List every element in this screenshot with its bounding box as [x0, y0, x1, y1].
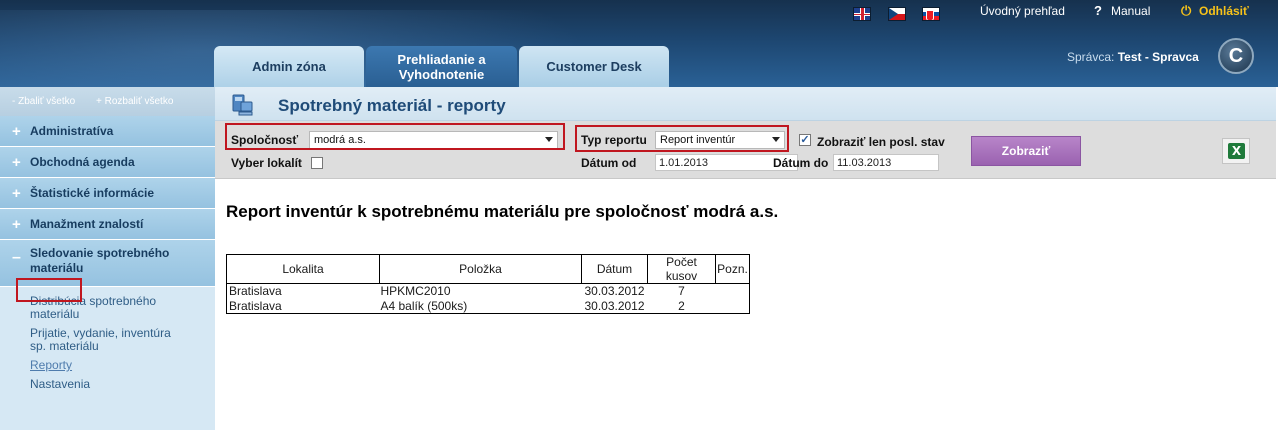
date-from-label: Dátum od [581, 156, 637, 170]
locality-checkbox[interactable] [311, 157, 323, 169]
logo-icon: C [1218, 38, 1254, 74]
table-cell: 7 [678, 284, 685, 299]
locality-label: Vyber lokalít [231, 156, 302, 170]
tab-label: Prehliadanie a Vyhodnotenie [397, 51, 486, 82]
user-prefix: Správca: [1067, 50, 1118, 64]
table-cell [715, 298, 750, 314]
flag-cz-icon[interactable] [888, 7, 906, 21]
column-header: Pozn. [715, 254, 750, 284]
plus-icon: + [12, 184, 21, 202]
table-cell: HPKMC2010 [380, 284, 451, 299]
flag-sk-icon[interactable] [922, 7, 940, 21]
sidebar-item-label: Obchodná agenda [30, 155, 135, 169]
report-title: Report inventúr k spotrebnému materiálu … [226, 202, 779, 221]
logout-link[interactable]: Odhlásiť [1199, 4, 1249, 18]
tab-label: Customer Desk [546, 59, 642, 74]
table-cell: Bratislava [226, 298, 380, 314]
expand-bar: - Zbaliť všetko + Rozbaliť všetko [0, 87, 215, 116]
last-state-label: Zobraziť len posl. stav [817, 135, 945, 149]
plus-icon: + [12, 153, 21, 171]
highlight-box [225, 123, 565, 150]
sidebar-item-label: Štatistické informácie [30, 186, 155, 200]
table-header-row: Lokalita Položka Dátum Počet kusov Pozn. [226, 254, 750, 284]
user-label: Správca: Test - Spravca [1067, 50, 1199, 64]
plus-icon: + [12, 215, 21, 233]
flag-en-icon[interactable] [853, 7, 871, 21]
date-to-label: Dátum do [773, 156, 829, 170]
submenu: Distribúcia spotrebného materiálu Prijat… [0, 287, 215, 430]
sidebar-item-manazment-znalosti[interactable]: + Manažment znalostí [0, 209, 215, 240]
page-title-bar: Spotrebný materiál - reporty [215, 87, 1276, 121]
sidebar-item-obchodna-agenda[interactable]: + Obchodná agenda [0, 147, 215, 178]
power-icon[interactable]: ⏻ [1181, 3, 1191, 19]
highlight-box [575, 125, 789, 152]
last-state-checkbox[interactable]: ✓ [799, 134, 811, 146]
excel-export-button[interactable]: X [1222, 138, 1250, 164]
table-cell [715, 283, 750, 299]
table-cell: Bratislava [226, 283, 380, 299]
sidebar-item-label: Sledovanie spotrebného materiálu [30, 246, 170, 275]
sidebar: - Zbaliť všetko + Rozbaliť všetko + Admi… [0, 87, 215, 430]
column-header: Dátum [581, 254, 648, 284]
page-title: Spotrebný materiál - reporty [278, 96, 506, 115]
filter-bar: Spoločnosť modrá a.s. Vyber lokalít Typ … [215, 121, 1276, 179]
computer-icon [232, 94, 253, 116]
tab-admin-zona[interactable]: Admin zóna [214, 46, 364, 87]
user-name[interactable]: Test - Spravca [1118, 50, 1199, 64]
overview-link[interactable]: Úvodný prehľad [980, 4, 1065, 18]
column-header: Lokalita [226, 254, 380, 284]
excel-icon: X [1228, 143, 1245, 159]
report-table: Lokalita Položka Dátum Počet kusov Pozn.… [226, 254, 750, 314]
submenu-reporty[interactable]: Reporty [0, 359, 215, 372]
date-to-input[interactable]: 11.03.2013 [833, 154, 939, 171]
sidebar-item-administrativa[interactable]: + Administratíva [0, 116, 215, 147]
table-row: Bratislava HPKMC2010 30.03.2012 7 [226, 283, 750, 299]
column-header: Položka [379, 254, 582, 284]
tab-customer-desk[interactable]: Customer Desk [519, 46, 669, 87]
plus-icon: + [12, 122, 21, 140]
table-row: Bratislava A4 balík (500ks) 30.03.2012 2 [226, 298, 750, 314]
minus-icon: – [12, 249, 21, 266]
column-header: Počet kusov [647, 254, 716, 284]
tab-label: Admin zóna [252, 59, 326, 74]
help-icon[interactable]: ? [1094, 3, 1102, 18]
table-cell: A4 balík (500ks) [379, 298, 582, 314]
manual-link[interactable]: Manual [1111, 4, 1150, 18]
collapse-all-link[interactable]: - Zbaliť všetko [12, 96, 75, 107]
tab-prehliadanie[interactable]: Prehliadanie a Vyhodnotenie [366, 46, 517, 87]
expand-all-link[interactable]: + Rozbaliť všetko [96, 96, 173, 107]
top-header: Úvodný prehľad ? Manual ⏻ Odhlásiť Admin… [0, 0, 1278, 87]
sidebar-item-statisticke-informacie[interactable]: + Štatistické informácie [0, 178, 215, 209]
show-button[interactable]: Zobraziť [971, 136, 1081, 166]
table-cell: 2 [647, 298, 716, 314]
table-cell: 30.03.2012 [584, 284, 645, 299]
submenu-prijatie[interactable]: Prijatie, vydanie, inventúra sp. materiá… [0, 327, 175, 353]
highlight-box [16, 278, 82, 302]
table-cell: 30.03.2012 [581, 298, 648, 314]
submenu-nastavenia[interactable]: Nastavenia [0, 378, 215, 391]
sidebar-item-label: Administratíva [30, 124, 114, 138]
sidebar-item-label: Manažment znalostí [30, 217, 144, 231]
